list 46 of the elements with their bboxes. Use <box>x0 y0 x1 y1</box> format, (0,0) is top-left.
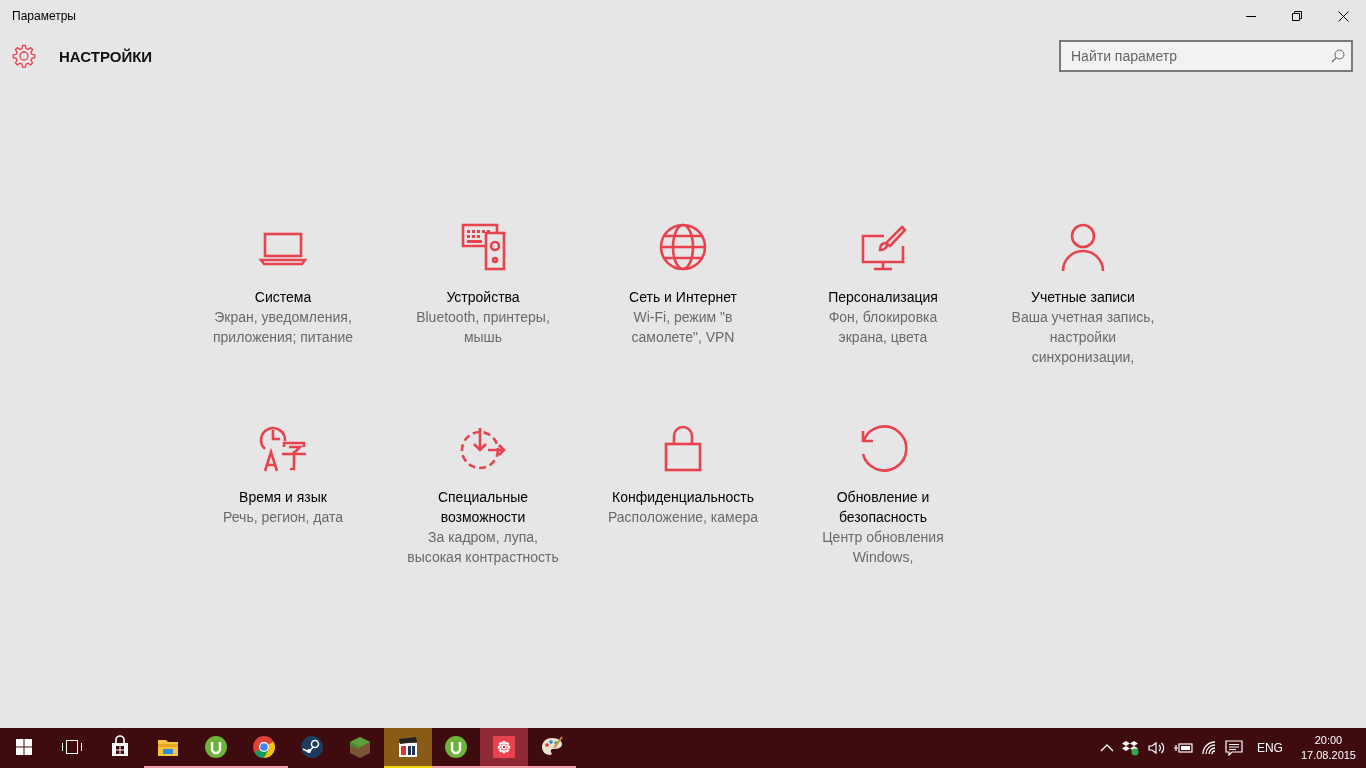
chevron-up-icon[interactable] <box>1099 743 1114 753</box>
steam-icon <box>300 735 324 759</box>
category-title[interactable]: Персонализация <box>828 287 938 307</box>
category-description: Фон, блокировка экрана, цвета <box>827 308 939 347</box>
language-indicator[interactable]: ENG <box>1256 741 1283 755</box>
category-description: Расположение, камера <box>607 508 759 527</box>
category-title[interactable]: Сеть и Интернет <box>629 287 737 307</box>
close-icon <box>1337 10 1349 22</box>
notification-icon[interactable] <box>1224 740 1243 756</box>
clock-date[interactable]: 17.08.2015 <box>1300 748 1356 763</box>
dropbox-sync-icon[interactable] <box>1121 740 1140 756</box>
category-title[interactable]: Конфиденциальность <box>612 487 754 507</box>
clapperboard-icon <box>396 735 420 759</box>
settings-icon <box>12 44 36 68</box>
page-title: НАСТРОЙКИ <box>59 47 154 65</box>
globe-icon <box>658 222 708 272</box>
taskbar-app-button[interactable] <box>384 728 432 768</box>
category-title[interactable]: Учетные записи <box>1031 287 1135 307</box>
search-field[interactable]: Найти параметр <box>1059 40 1353 72</box>
category-title[interactable]: Устройства <box>446 287 520 307</box>
gear-icon <box>492 735 516 759</box>
category-title[interactable]: Обновление и безопасность <box>808 487 958 527</box>
wifi-icon[interactable] <box>1200 741 1217 755</box>
battery-icon[interactable] <box>1172 742 1193 754</box>
taskbar-app-button[interactable] <box>480 728 528 768</box>
category-title[interactable]: Система <box>254 287 312 307</box>
category-description: Ваша учетная запись, настройки синхронизации, <box>1010 308 1156 367</box>
category-description: Центр обновления Windows, <box>821 528 945 567</box>
search-icon <box>1331 49 1345 63</box>
restore-icon <box>1292 11 1302 21</box>
torrent-icon <box>204 735 228 759</box>
windows-logo-icon <box>16 739 32 755</box>
grass-block-icon <box>348 735 372 759</box>
category-description: Речь, регион, дата <box>223 508 343 527</box>
category-title[interactable]: Специальные возможности <box>408 487 558 527</box>
category-description: Wi-Fi, режим "в самолете", VPN <box>630 308 736 347</box>
category-title[interactable]: Время и язык <box>239 487 327 507</box>
speaker-icon[interactable] <box>1147 741 1165 755</box>
torrent-icon <box>444 735 468 759</box>
clock-time[interactable]: 20:00 <box>1314 733 1343 748</box>
category-description: Экран, уведомления, приложения; питание <box>212 308 354 347</box>
category-description: Bluetooth, принтеры, мышь <box>415 308 551 347</box>
window-title: Параметры <box>12 9 77 23</box>
browser-icon <box>252 735 276 759</box>
task-view-icon <box>62 740 82 754</box>
category-description: За кадром, лупа, высокая контрастность <box>406 528 560 567</box>
